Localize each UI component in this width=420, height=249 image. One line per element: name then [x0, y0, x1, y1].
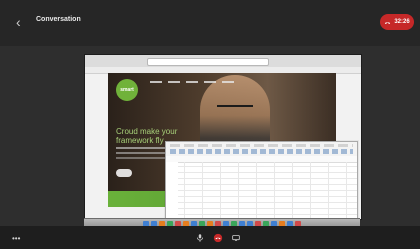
website-cta-button [116, 169, 132, 177]
spreadsheet-ribbon-icons [170, 149, 353, 154]
hero-glasses [217, 105, 253, 113]
website-nav-item [150, 81, 162, 83]
microphone-icon [197, 234, 203, 242]
call-controls [194, 233, 242, 243]
end-call-small-button[interactable] [213, 233, 223, 243]
end-call-button[interactable]: 32:26 [380, 14, 414, 30]
spreadsheet-ribbon-tabs [170, 144, 353, 147]
website-nav-item [168, 81, 180, 83]
website-logo: smart [116, 79, 138, 101]
website-subtext-line [116, 157, 171, 159]
screen-share-icon [232, 235, 240, 241]
browser-address-bar [147, 58, 269, 66]
website-nav [150, 81, 260, 87]
call-controls-bar: ••• [0, 226, 420, 249]
call-duration: 32:26 [394, 19, 410, 25]
phone-hangup-icon [213, 233, 223, 243]
back-chevron-icon[interactable]: ‹ [16, 14, 30, 30]
more-icon[interactable]: ••• [12, 235, 20, 243]
spreadsheet-grid [166, 162, 357, 221]
top-bar: ‹ Conversation 32:26 [0, 0, 420, 46]
website-nav-item [204, 81, 216, 83]
spreadsheet-ribbon [166, 142, 357, 157]
mute-button[interactable] [195, 233, 205, 243]
phone-hangup-icon [385, 21, 391, 24]
screen-share-button[interactable] [231, 233, 241, 243]
website-nav-item [222, 81, 234, 83]
spreadsheet-window [165, 141, 358, 222]
page-title: Conversation [36, 16, 81, 23]
website-logo-text: smart [120, 87, 134, 93]
website-nav-item [186, 81, 198, 83]
